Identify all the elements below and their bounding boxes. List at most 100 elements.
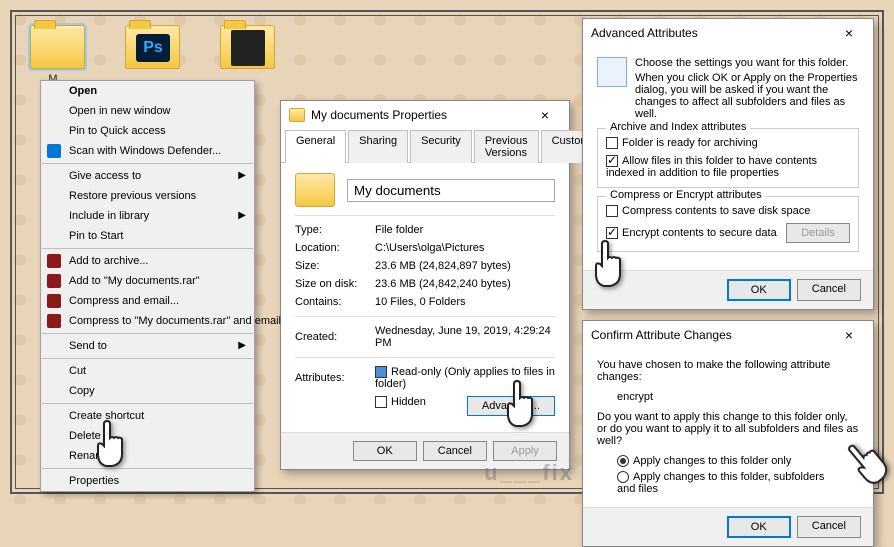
archive-label: Folder is ready for archiving	[622, 137, 758, 149]
type-label: Type:	[295, 224, 375, 236]
menu-restore-versions[interactable]: Restore previous versions	[41, 186, 254, 206]
menu-rename[interactable]: Rename	[41, 446, 254, 466]
dialog-titlebar: Confirm Attribute Changes ×	[583, 321, 873, 349]
close-button[interactable]: ×	[833, 327, 865, 343]
sizeondisk-value: 23.6 MB (24,842,240 bytes)	[375, 278, 555, 290]
defender-icon	[47, 144, 61, 158]
index-checkbox[interactable]	[606, 155, 618, 167]
dialog-titlebar: My documents Properties ×	[281, 101, 569, 129]
created-label: Created:	[295, 331, 375, 343]
menu-give-access[interactable]: Give access to▶	[41, 166, 254, 186]
desc-text: Choose the settings you want for this fo…	[635, 57, 859, 69]
rar-icon	[47, 274, 61, 288]
readonly-checkbox[interactable]	[375, 366, 387, 378]
watermark: u___fix	[484, 460, 574, 486]
contains-value: 10 Files, 0 Folders	[375, 296, 555, 308]
tab-previous-versions[interactable]: Previous Versions	[474, 130, 539, 163]
created-value: Wednesday, June 19, 2019, 4:29:24 PM	[375, 325, 555, 349]
group-archive-index: Archive and Index attributes	[606, 121, 750, 133]
compress-checkbox[interactable]	[606, 205, 618, 217]
encrypt-checkbox[interactable]	[606, 227, 618, 239]
menu-pin-start[interactable]: Pin to Start	[41, 226, 254, 246]
radio-folder-only[interactable]	[617, 455, 629, 467]
type-value: File folder	[375, 224, 555, 236]
cancel-button[interactable]: Cancel	[797, 279, 861, 301]
radio-subfolders-label: Apply changes to this folder, subfolders…	[617, 471, 824, 495]
folder-icon	[295, 173, 335, 207]
folder-name-field[interactable]	[347, 179, 555, 202]
menu-include-library[interactable]: Include in library▶	[41, 206, 254, 226]
menu-copy[interactable]: Copy	[41, 381, 254, 401]
ok-button[interactable]: OK	[727, 516, 791, 538]
folder-selected[interactable]: M...	[30, 25, 85, 85]
radio-folder-only-label: Apply changes to this folder only	[633, 455, 791, 467]
close-button[interactable]: ×	[529, 107, 561, 123]
settings-icon	[597, 57, 627, 87]
folder-photoshop[interactable]: Ps	[125, 25, 180, 85]
menu-delete[interactable]: Delete	[41, 426, 254, 446]
chevron-right-icon: ▶	[238, 340, 246, 351]
dialog-titlebar: Advanced Attributes ×	[583, 19, 873, 47]
menu-add-archive[interactable]: Add to archive...	[41, 251, 254, 271]
folder-icon	[289, 108, 305, 122]
size-label: Size:	[295, 260, 375, 272]
location-label: Location:	[295, 242, 375, 254]
menu-compress-email[interactable]: Compress and email...	[41, 291, 254, 311]
archive-checkbox[interactable]	[606, 137, 618, 149]
cancel-button[interactable]: Cancel	[423, 441, 487, 461]
confirm-attr: encrypt	[597, 383, 859, 411]
context-menu: Open Open in new window Pin to Quick acc…	[40, 80, 255, 492]
index-label: Allow files in this folder to have conte…	[606, 155, 817, 179]
details-button[interactable]: Details	[786, 223, 850, 243]
hidden-checkbox[interactable]	[375, 396, 387, 408]
confirm-line1: You have chosen to make the following at…	[597, 359, 859, 383]
desc-text: When you click OK or Apply on the Proper…	[635, 72, 859, 120]
chevron-right-icon: ▶	[238, 210, 246, 221]
tab-security[interactable]: Security	[410, 130, 472, 163]
menu-open[interactable]: Open	[41, 81, 254, 101]
close-button[interactable]: ×	[833, 25, 865, 41]
folder-icon	[30, 25, 85, 69]
menu-pin-quick-access[interactable]: Pin to Quick access	[41, 121, 254, 141]
folder-icon: Ps	[125, 25, 180, 69]
dialog-title: My documents Properties	[311, 108, 447, 122]
location-value: C:\Users\olga\Pictures	[375, 242, 555, 254]
group-compress-encrypt: Compress or Encrypt attributes	[606, 189, 766, 201]
photoshop-icon: Ps	[136, 34, 170, 62]
tab-general[interactable]: General	[285, 130, 346, 163]
menu-open-new-window[interactable]: Open in new window	[41, 101, 254, 121]
chevron-right-icon: ▶	[238, 170, 246, 181]
menu-add-rar[interactable]: Add to "My documents.rar"	[41, 271, 254, 291]
menu-send-to[interactable]: Send to▶	[41, 336, 254, 356]
size-value: 23.6 MB (24,824,897 bytes)	[375, 260, 555, 272]
rar-icon	[47, 254, 61, 268]
rar-icon	[47, 314, 61, 328]
encrypt-label: Encrypt contents to secure data	[622, 227, 777, 239]
cancel-button[interactable]: Cancel	[797, 516, 861, 538]
tab-sharing[interactable]: Sharing	[348, 130, 408, 163]
confirm-line2: Do you want to apply this change to this…	[597, 411, 859, 447]
ok-button[interactable]: OK	[353, 441, 417, 461]
hidden-label: Hidden	[391, 396, 426, 408]
menu-create-shortcut[interactable]: Create shortcut	[41, 406, 254, 426]
compress-label: Compress contents to save disk space	[622, 205, 810, 217]
ok-button[interactable]: OK	[727, 279, 791, 301]
folder-dark[interactable]	[220, 25, 275, 85]
menu-compress-rar-email[interactable]: Compress to "My documents.rar" and email	[41, 311, 254, 331]
apply-button[interactable]: Apply	[493, 441, 557, 461]
attributes-label: Attributes:	[295, 372, 375, 384]
folder-icon	[220, 25, 275, 69]
menu-properties[interactable]: Properties	[41, 471, 254, 491]
menu-scan-defender[interactable]: Scan with Windows Defender...	[41, 141, 254, 161]
sizeondisk-label: Size on disk:	[295, 278, 375, 290]
dialog-title: Confirm Attribute Changes	[591, 328, 732, 342]
confirm-attribute-dialog: Confirm Attribute Changes × You have cho…	[582, 320, 874, 547]
contains-label: Contains:	[295, 296, 375, 308]
advanced-attributes-dialog: Advanced Attributes × Choose the setting…	[582, 18, 874, 310]
properties-dialog: My documents Properties × General Sharin…	[280, 100, 570, 470]
dialog-title: Advanced Attributes	[591, 26, 698, 40]
advanced-button[interactable]: Advanced...	[467, 396, 555, 416]
menu-cut[interactable]: Cut	[41, 361, 254, 381]
rar-icon	[47, 294, 61, 308]
radio-subfolders[interactable]	[617, 471, 629, 483]
